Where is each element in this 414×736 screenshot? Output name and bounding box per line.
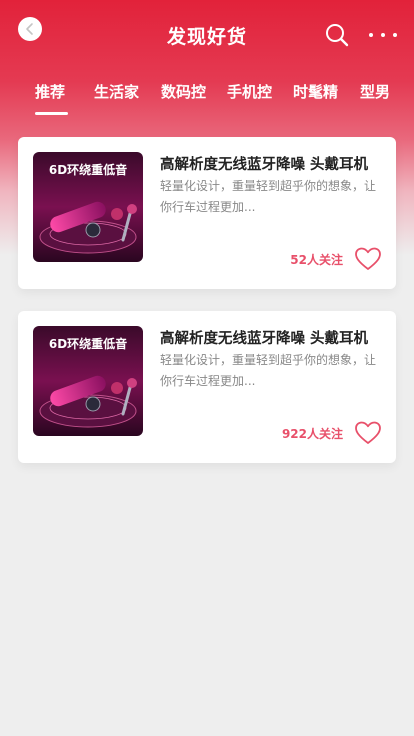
heart-icon [355,247,381,270]
product-image-caption: 6D环绕重低音 [48,337,128,351]
tab-phone[interactable]: 手机控 [227,81,272,102]
product-card[interactable]: 6D环绕重低音 高解析度无线蓝牙降噪 头戴耳机 轻量化设计，重量轻到超乎你的想象… [18,311,396,463]
search-icon [326,24,349,47]
product-title: 高解析度无线蓝牙降噪 头戴耳机 [160,331,369,347]
tab-fashion[interactable]: 时髦精 [293,81,338,102]
category-tabs: 推荐 生活家 数码控 手机控 时髦精 型男 [0,78,414,118]
tab-menswear[interactable]: 型男 [360,81,390,102]
more-button[interactable] [369,31,397,39]
product-image: 6D环绕重低音 [33,152,143,262]
product-description: 轻量化设计，重量轻到超乎你的想象，让你行车过程更加... [160,179,377,214]
more-dot [381,33,385,37]
top-nav-bar: 发现好货 [0,0,414,70]
favorite-button[interactable] [354,246,382,272]
page: 发现好货 推荐 生活家 数码控 手机控 时髦精 型男 6D环绕重低音 高解析度无… [0,0,414,736]
more-dot [369,33,373,37]
more-dot [393,33,397,37]
product-image: 6D环绕重低音 [33,326,143,436]
product-card[interactable]: 6D环绕重低音 高解析度无线蓝牙降噪 头戴耳机 轻量化设计，重量轻到超乎你的想象… [18,137,396,289]
search-button[interactable] [324,22,350,48]
product-description: 轻量化设计，重量轻到超乎你的想象，让你行车过程更加... [160,353,377,388]
page-title: 发现好货 [166,26,247,48]
follow-count: 922人关注 [281,427,343,441]
favorite-button[interactable] [354,420,382,446]
active-tab-indicator [35,112,68,115]
tab-digital[interactable]: 数码控 [161,81,206,102]
tab-recommend[interactable]: 推荐 [35,81,65,102]
product-image-caption: 6D环绕重低音 [48,163,128,177]
follow-count: 52人关注 [290,253,343,267]
product-title: 高解析度无线蓝牙降噪 头戴耳机 [160,157,369,173]
heart-icon [355,421,381,444]
tab-life[interactable]: 生活家 [94,81,139,102]
